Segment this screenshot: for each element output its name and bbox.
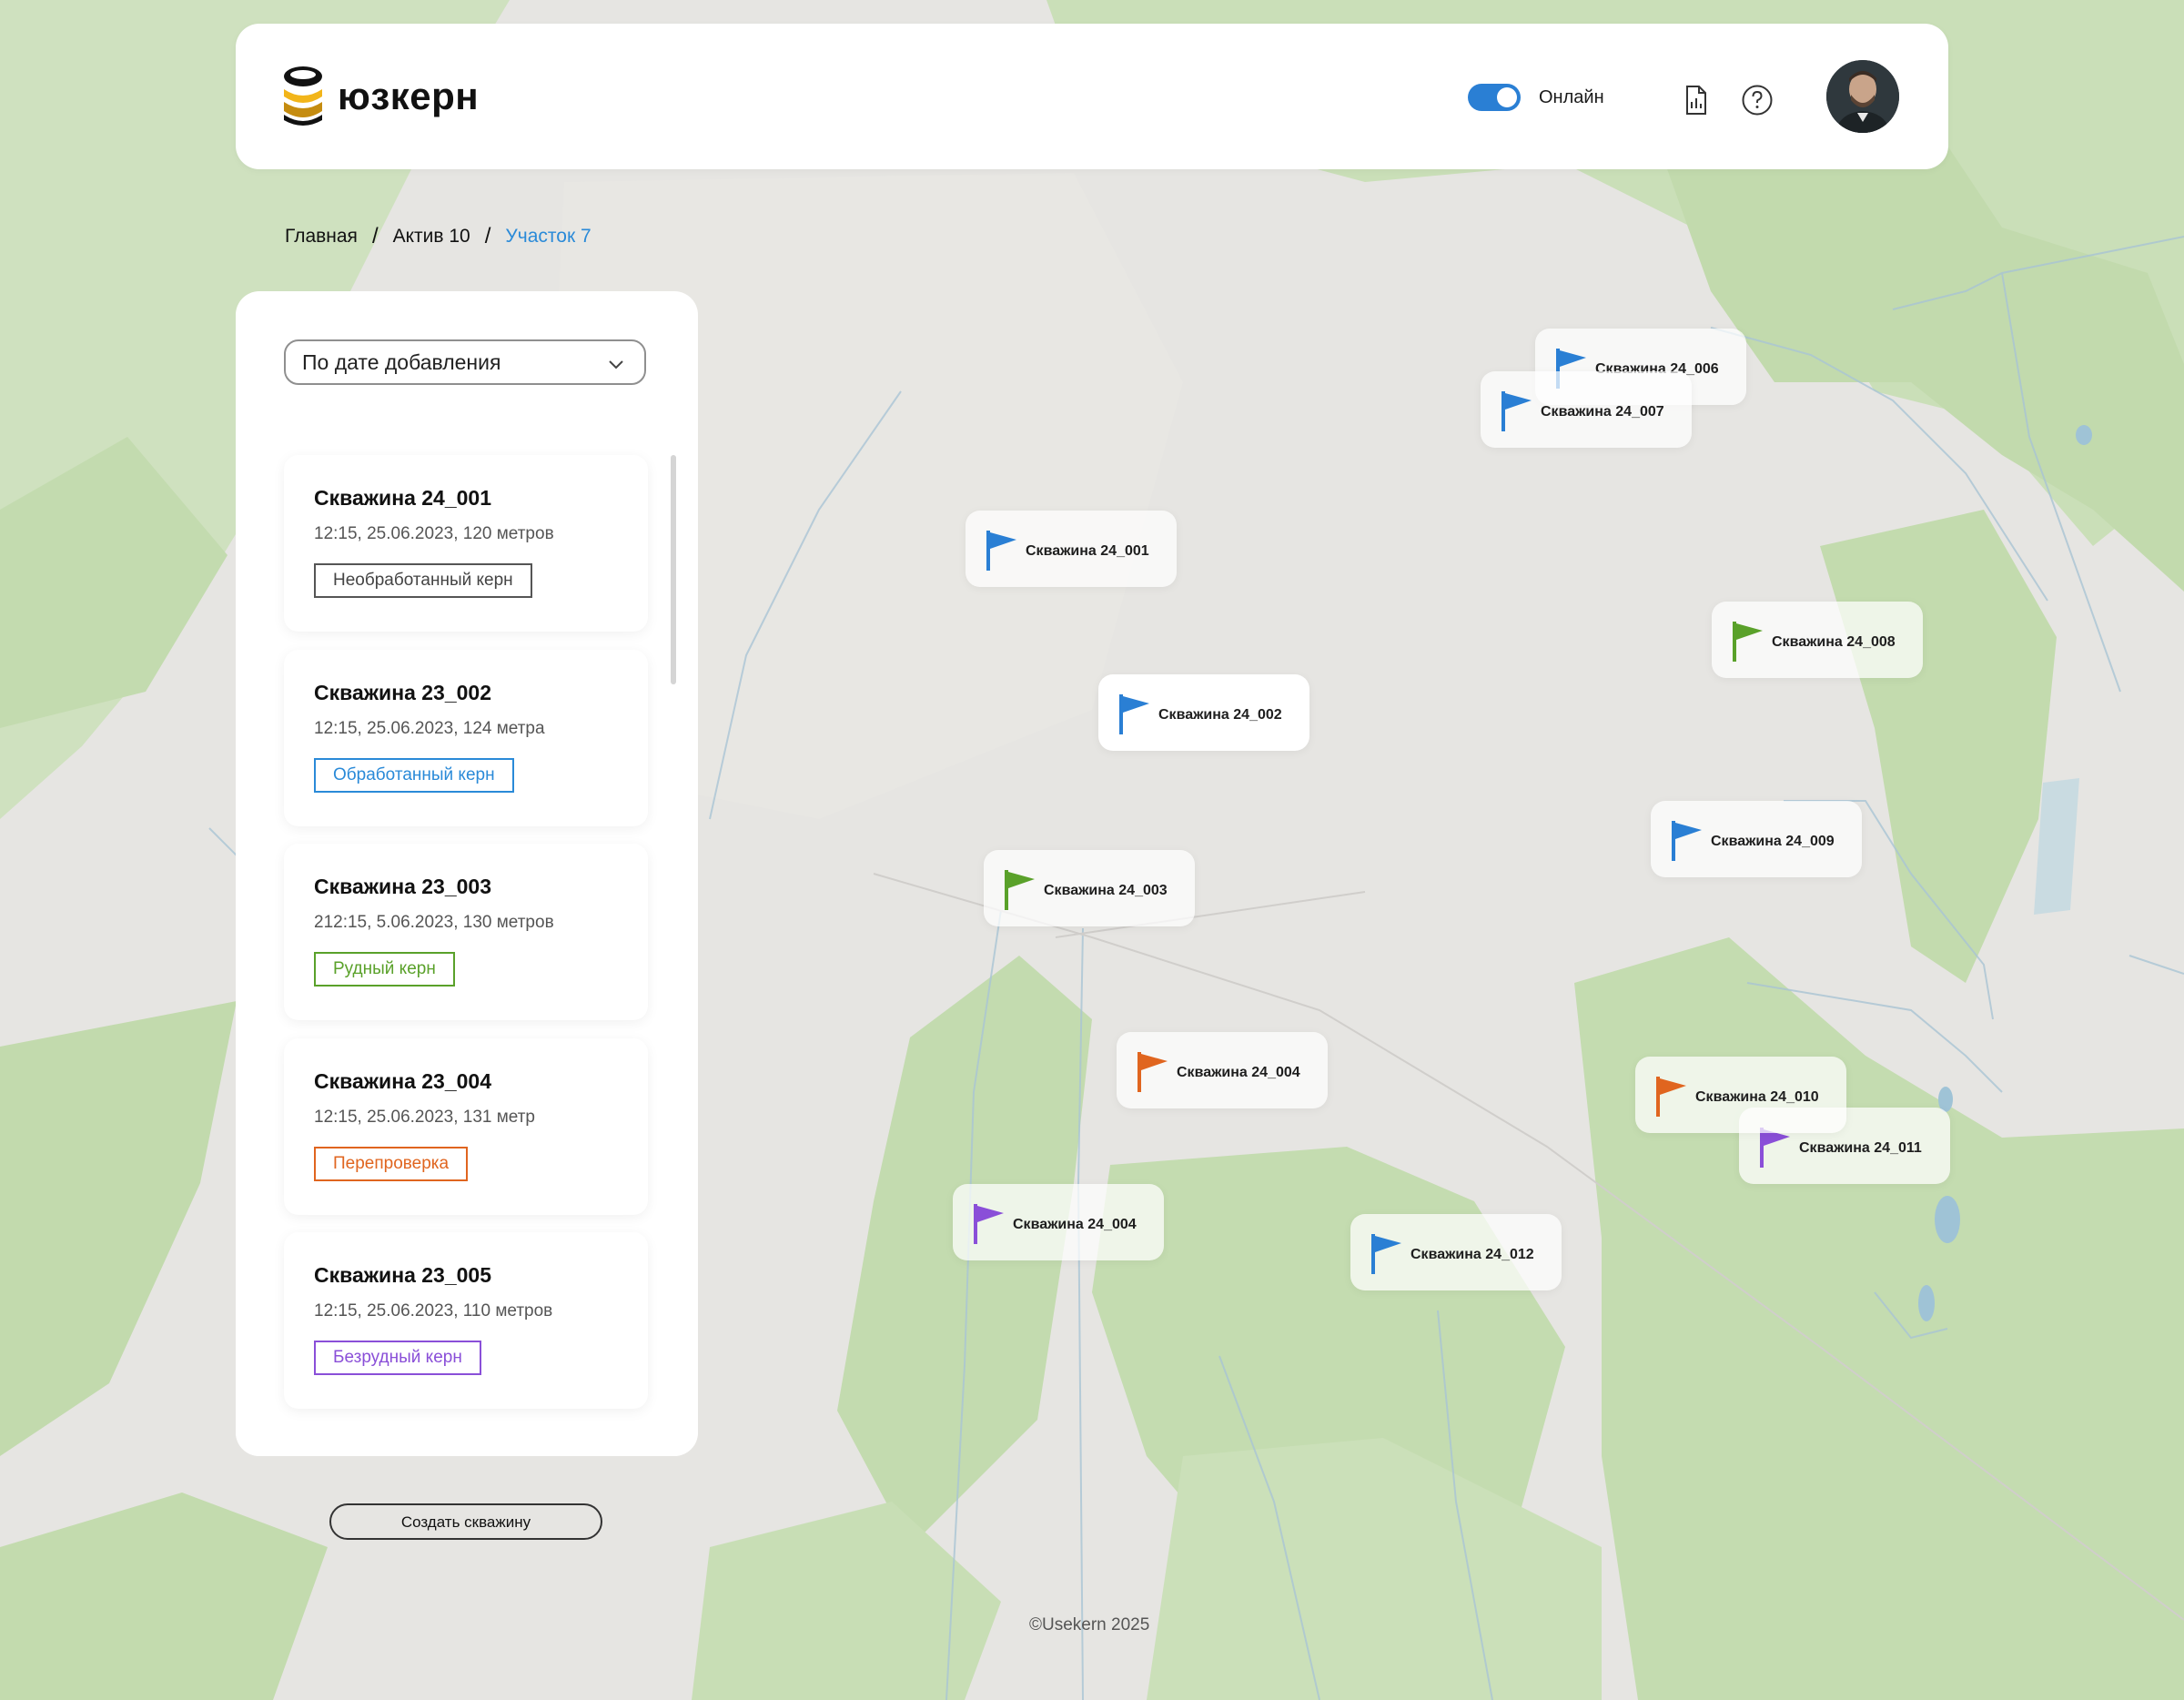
- map-marker-label: Скважина 24_002: [1158, 707, 1282, 723]
- map-marker-well[interactable]: Скважина 24_004: [1117, 1032, 1328, 1108]
- well-card-title: Скважина 23_005: [314, 1263, 492, 1287]
- flag-icon: [1371, 1234, 1401, 1274]
- well-card[interactable]: Скважина 23_004 12:15, 25.06.2023, 131 м…: [284, 1038, 648, 1215]
- well-card-meta: 12:15, 25.06.2023, 110 метров: [314, 1301, 553, 1321]
- map-marker-label: Скважина 24_010: [1695, 1089, 1819, 1105]
- flag-icon: [1502, 391, 1532, 431]
- user-avatar[interactable]: [1826, 60, 1899, 133]
- flag-icon: [986, 531, 1016, 571]
- map-marker-well[interactable]: Скважина 24_004: [953, 1184, 1164, 1260]
- map-marker-label: Скважина 24_004: [1177, 1065, 1300, 1080]
- map-marker-well[interactable]: Скважина 24_001: [966, 511, 1177, 587]
- map-marker-well[interactable]: Скважина 24_007: [1481, 371, 1692, 448]
- logo-icon: [284, 66, 322, 126]
- avatar-image: [1826, 60, 1899, 133]
- breadcrumb-separator: /: [484, 224, 491, 248]
- map-marker-label: Скважина 24_003: [1044, 883, 1168, 898]
- map-marker-well[interactable]: Скважина 24_012: [1350, 1214, 1562, 1290]
- map-marker-label: Скважина 24_009: [1711, 834, 1835, 849]
- well-card-title: Скважина 23_003: [314, 875, 492, 898]
- status-badge: Безрудный керн: [314, 1341, 481, 1375]
- flag-icon: [1138, 1052, 1168, 1092]
- breadcrumb-separator: /: [371, 224, 379, 248]
- breadcrumb-home[interactable]: Главная: [285, 226, 358, 248]
- map-marker-well[interactable]: Скважина 24_003: [984, 850, 1195, 926]
- create-well-button[interactable]: Создать скважину: [329, 1503, 602, 1540]
- wells-panel: По дате добавления Скважина 24_001 12:15…: [236, 291, 698, 1456]
- map-marker-well[interactable]: Скважина 24_002: [1098, 674, 1309, 751]
- status-badge: Рудный керн: [314, 952, 455, 987]
- flag-icon: [1005, 870, 1035, 910]
- footer-copyright: ©Usekern 2025: [1029, 1615, 1150, 1634]
- map-marker-label: Скважина 24_012: [1410, 1247, 1534, 1262]
- map-marker-label: Скважина 24_011: [1799, 1140, 1922, 1156]
- chevron-down-icon: [609, 360, 623, 369]
- breadcrumb: Главная / Актив 10 / Участок 7: [285, 224, 592, 249]
- well-card-title: Скважина 24_001: [314, 486, 492, 510]
- online-toggle[interactable]: [1468, 84, 1521, 111]
- breadcrumb-current[interactable]: Участок 7: [505, 226, 591, 248]
- flag-icon: [1672, 821, 1702, 861]
- logo-text: юзкерн: [338, 75, 480, 117]
- status-badge: Перепроверка: [314, 1147, 469, 1181]
- status-badge: Необработанный керн: [314, 563, 532, 598]
- map-marker-well[interactable]: Скважина 24_008: [1712, 602, 1923, 678]
- flag-icon: [1733, 622, 1763, 662]
- sort-select[interactable]: По дате добавления: [284, 339, 646, 385]
- well-card[interactable]: Скважина 23_005 12:15, 25.06.2023, 110 м…: [284, 1232, 648, 1409]
- map-marker-well[interactable]: Скважина 24_009: [1651, 801, 1862, 877]
- breadcrumb-asset[interactable]: Актив 10: [393, 226, 470, 248]
- sort-select-value: По дате добавления: [302, 349, 501, 374]
- report-file-icon[interactable]: [1677, 82, 1714, 118]
- flag-icon: [1119, 694, 1149, 734]
- well-card[interactable]: Скважина 24_001 12:15, 25.06.2023, 120 м…: [284, 455, 648, 632]
- well-card-meta: 12:15, 25.06.2023, 131 метр: [314, 1108, 536, 1127]
- map-marker-label: Скважина 24_004: [1013, 1217, 1137, 1232]
- help-circle-icon[interactable]: [1739, 82, 1775, 118]
- well-card-title: Скважина 23_002: [314, 681, 492, 704]
- map-marker-label: Скважина 24_008: [1772, 634, 1896, 650]
- map-marker-label: Скважина 24_007: [1541, 404, 1664, 420]
- well-card[interactable]: Скважина 23_002 12:15, 25.06.2023, 124 м…: [284, 650, 648, 826]
- well-card-meta: 12:15, 25.06.2023, 120 метров: [314, 524, 554, 543]
- well-card-title: Скважина 23_004: [314, 1069, 492, 1093]
- logo[interactable]: юзкерн: [283, 66, 479, 127]
- flag-icon: [1656, 1077, 1686, 1117]
- status-badge: Обработанный керн: [314, 758, 514, 793]
- well-card[interactable]: Скважина 23_003 212:15, 5.06.2023, 130 м…: [284, 844, 648, 1020]
- flag-icon: [974, 1204, 1004, 1244]
- toggle-knob: [1497, 87, 1517, 107]
- map-marker-well[interactable]: Скважина 24_010: [1635, 1057, 1846, 1133]
- top-header: юзкерн Онлайн: [236, 24, 1948, 169]
- online-toggle-group: Онлайн: [1468, 84, 1604, 111]
- list-scrollbar[interactable]: [671, 455, 676, 684]
- online-label: Онлайн: [1539, 86, 1604, 107]
- well-card-meta: 12:15, 25.06.2023, 124 метра: [314, 719, 545, 738]
- well-card-meta: 212:15, 5.06.2023, 130 метров: [314, 913, 554, 932]
- map-marker-label: Скважина 24_001: [1026, 543, 1149, 559]
